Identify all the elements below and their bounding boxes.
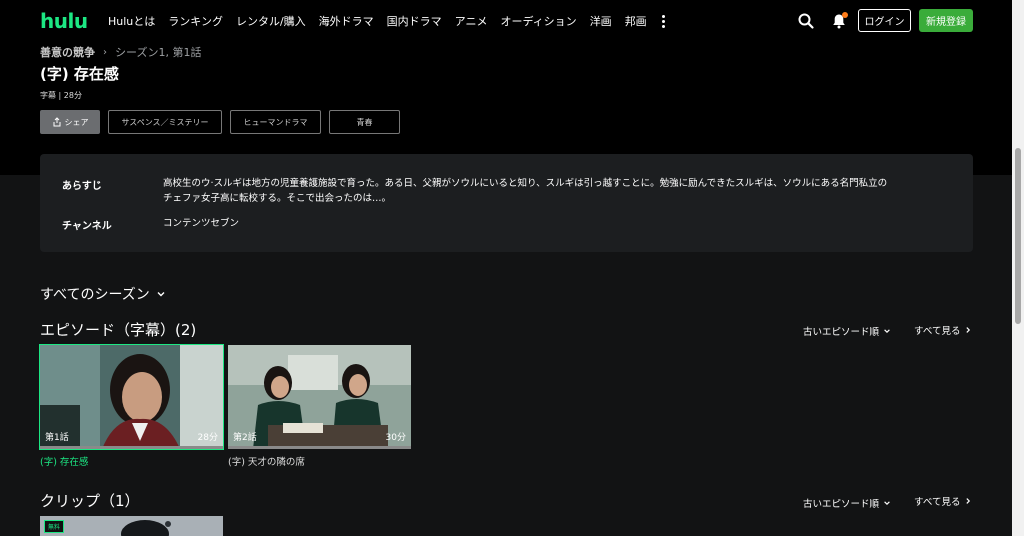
see-all-label: すべて見る: [914, 497, 961, 508]
chevron-down-icon: [157, 292, 165, 297]
nav-item-western-movies[interactable]: 洋画: [590, 13, 612, 29]
synopsis-label: あらすじ: [62, 181, 102, 192]
sort-label: 古いエピソード順: [803, 499, 880, 510]
channel-value: コンテンツセブン: [163, 218, 240, 229]
sort-label: 古いエピソード順: [803, 327, 880, 338]
synopsis-text: 高校生のウ·スルギは地方の児童養護施設で育った。ある日、父親がソウルにいると知り…: [163, 176, 963, 206]
notification-dot: [842, 12, 848, 18]
clips-see-all-link[interactable]: すべて見る: [914, 494, 972, 508]
episode-number: 第1話: [45, 433, 69, 443]
episode-number: 第2話: [233, 433, 257, 443]
episode-duration: 28分: [197, 433, 218, 443]
login-button[interactable]: ログイン: [858, 9, 911, 32]
breadcrumb: 善意の競争 › シーズン1, 第1話: [40, 44, 201, 60]
chevron-down-icon: [884, 501, 890, 506]
genre-tag-youth[interactable]: 青春: [329, 110, 400, 134]
clip-card-1[interactable]: 無料: [40, 516, 223, 536]
notification-bell-icon[interactable]: [829, 11, 849, 31]
share-button[interactable]: シェア: [40, 110, 100, 134]
hulu-logo[interactable]: hulu: [40, 9, 88, 33]
episode-card-1[interactable]: 第1話 28分: [39, 344, 224, 450]
clip-sort-dropdown[interactable]: 古いエピソード順: [803, 496, 891, 510]
main-nav: Huluとは ランキング レンタル/購入 海外ドラマ 国内ドラマ アニメ オーデ…: [108, 13, 668, 29]
breadcrumb-episode: シーズン1, 第1話: [115, 46, 202, 59]
nav-item-anime[interactable]: アニメ: [455, 13, 488, 29]
episode-meta: 字幕 | 28分: [40, 91, 82, 100]
nav-item-audition[interactable]: オーディション: [500, 13, 576, 29]
action-buttons: シェア サスペンス／ミステリー ヒューマンドラマ 青春: [40, 110, 400, 134]
page-scrollbar[interactable]: [1012, 0, 1024, 536]
scrollbar-thumb[interactable]: [1015, 148, 1021, 324]
genre-tag-human-drama[interactable]: ヒューマンドラマ: [230, 110, 321, 134]
search-icon[interactable]: [796, 11, 816, 31]
channel-label: チャンネル: [62, 221, 112, 232]
clip-thumbnail: [40, 516, 223, 536]
episode-title: (字) 存在感: [40, 65, 119, 83]
nav-item-ranking[interactable]: ランキング: [168, 13, 223, 29]
share-icon: [53, 117, 60, 127]
progress-bar: [40, 446, 223, 449]
info-panel: あらすじ 高校生のウ·スルギは地方の児童養護施設で育った。ある日、父親がソウルに…: [40, 154, 973, 252]
episode-duration: 30分: [385, 433, 406, 443]
chevron-right-icon: [966, 498, 971, 504]
episode-caption-1[interactable]: (字) 存在感: [40, 454, 88, 468]
free-badge: 無料: [44, 520, 65, 533]
more-menu-icon[interactable]: [660, 13, 668, 29]
top-header: hulu Huluとは ランキング レンタル/購入 海外ドラマ 国内ドラマ アニ…: [0, 0, 1012, 42]
signup-button[interactable]: 新規登録: [919, 9, 973, 32]
synopsis-line: チェファ女子高に転校する。そこで出会ったのは…。: [163, 193, 392, 204]
clips-section-title: クリップ（1）: [40, 492, 140, 510]
episode-caption-2[interactable]: (字) 天才の隣の席: [228, 454, 305, 468]
episodes-see-all-link[interactable]: すべて見る: [914, 323, 972, 337]
see-all-label: すべて見る: [914, 326, 961, 337]
chevron-down-icon: [884, 329, 890, 334]
nav-item-overseas-drama[interactable]: 海外ドラマ: [319, 13, 374, 29]
synopsis-line: 高校生のウ·スルギは地方の児童養護施設で育った。ある日、父親がソウルにいると知り…: [163, 178, 888, 189]
season-selector-label: すべてのシーズン: [40, 287, 150, 303]
genre-tag-suspense[interactable]: サスペンス／ミステリー: [108, 110, 222, 134]
nav-item-about[interactable]: Huluとは: [108, 13, 155, 29]
episode-card-2[interactable]: 第2話 30分: [228, 345, 411, 449]
episodes-section-title: エピソード（字幕）(2): [40, 321, 197, 339]
nav-item-domestic-drama[interactable]: 国内ドラマ: [387, 13, 442, 29]
breadcrumb-series-link[interactable]: 善意の競争: [40, 44, 95, 60]
share-label: シェア: [64, 117, 89, 127]
nav-item-rental[interactable]: レンタル/購入: [236, 13, 306, 29]
chevron-right-icon: ›: [103, 46, 107, 58]
nav-item-japanese-movies[interactable]: 邦画: [625, 13, 647, 29]
progress-bar: [228, 446, 411, 449]
chevron-right-icon: [966, 327, 971, 333]
season-selector[interactable]: すべてのシーズン: [40, 284, 166, 304]
episode-sort-dropdown[interactable]: 古いエピソード順: [803, 324, 891, 338]
